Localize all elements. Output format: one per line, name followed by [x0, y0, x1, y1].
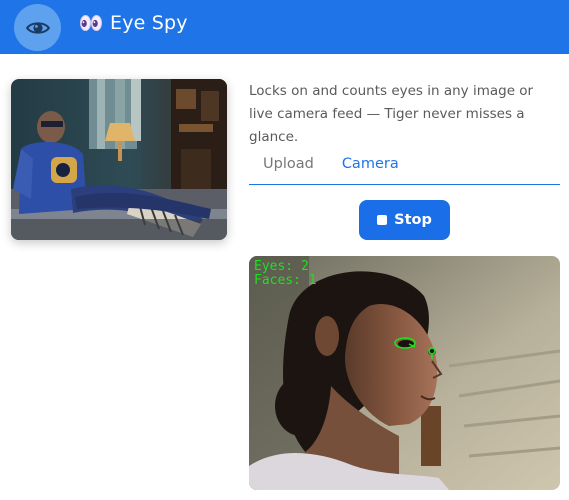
sample-image [11, 79, 227, 240]
sample-image-card [11, 79, 227, 240]
tab-camera[interactable]: Camera [328, 150, 413, 184]
camera-feed: Eyes: 2 Faces: 1 [249, 256, 560, 490]
camera-frame [249, 256, 560, 490]
app-header: Eye Spy [0, 0, 569, 54]
app-title: Eye Spy [110, 12, 188, 34]
stop-button[interactable]: Stop [359, 200, 450, 240]
source-tabs: Upload Camera [249, 150, 560, 185]
eyes-emoji-icon [80, 14, 102, 32]
stop-button-label: Stop [394, 212, 432, 228]
tab-upload[interactable]: Upload [249, 150, 328, 184]
eye-icon [25, 21, 50, 34]
app-description: Locks on and counts eyes in any image or… [249, 83, 534, 145]
app-brand: Eye Spy [80, 12, 188, 34]
logo-button[interactable] [14, 4, 61, 51]
faces-count-overlay: Faces: 1 [254, 273, 317, 288]
stop-icon [377, 215, 388, 225]
eyes-count-overlay: Eyes: 2 [254, 259, 309, 274]
